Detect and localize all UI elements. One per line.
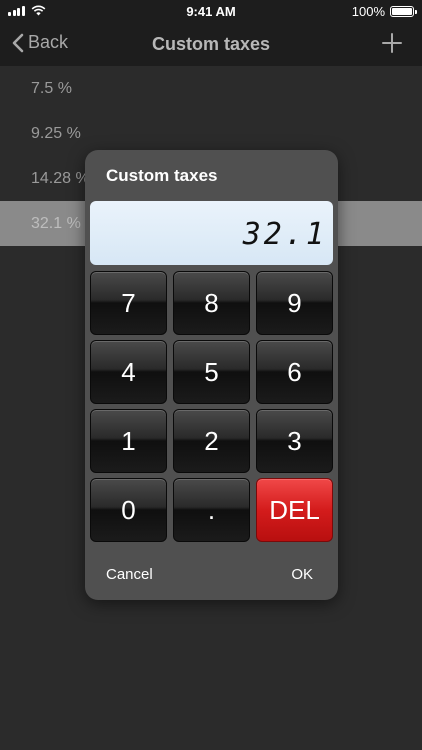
dialog-title: Custom taxes (106, 166, 218, 185)
navigation-bar: Back Custom taxes (0, 22, 422, 66)
battery-icon (390, 6, 417, 17)
value-display: 32.1 (90, 201, 333, 265)
key-6[interactable]: 6 (256, 340, 333, 404)
key-7[interactable]: 7 (90, 271, 167, 335)
delete-key[interactable]: DEL (256, 478, 333, 542)
display-value: 32.1 (242, 217, 327, 252)
cancel-button[interactable]: Cancel (106, 566, 153, 583)
custom-taxes-dialog: Custom taxes 32.1 7 8 9 4 5 6 1 2 3 0 . … (85, 150, 338, 600)
key-5[interactable]: 5 (173, 340, 250, 404)
key-0[interactable]: 0 (90, 478, 167, 542)
status-bar: 9:41 AM 100% (0, 0, 422, 22)
key-1[interactable]: 1 (90, 409, 167, 473)
key-2[interactable]: 2 (173, 409, 250, 473)
key-decimal[interactable]: . (173, 478, 250, 542)
page-title: Custom taxes (151, 34, 271, 54)
key-8[interactable]: 8 (173, 271, 250, 335)
add-button[interactable] (382, 33, 402, 53)
key-9[interactable]: 9 (256, 271, 333, 335)
key-4[interactable]: 4 (90, 340, 167, 404)
tax-list-item[interactable]: 7.5 % (0, 66, 422, 111)
battery-percentage: 100% (351, 4, 385, 19)
key-3[interactable]: 3 (256, 409, 333, 473)
ok-button[interactable]: OK (291, 566, 313, 583)
battery-status: 100% (351, 4, 417, 19)
